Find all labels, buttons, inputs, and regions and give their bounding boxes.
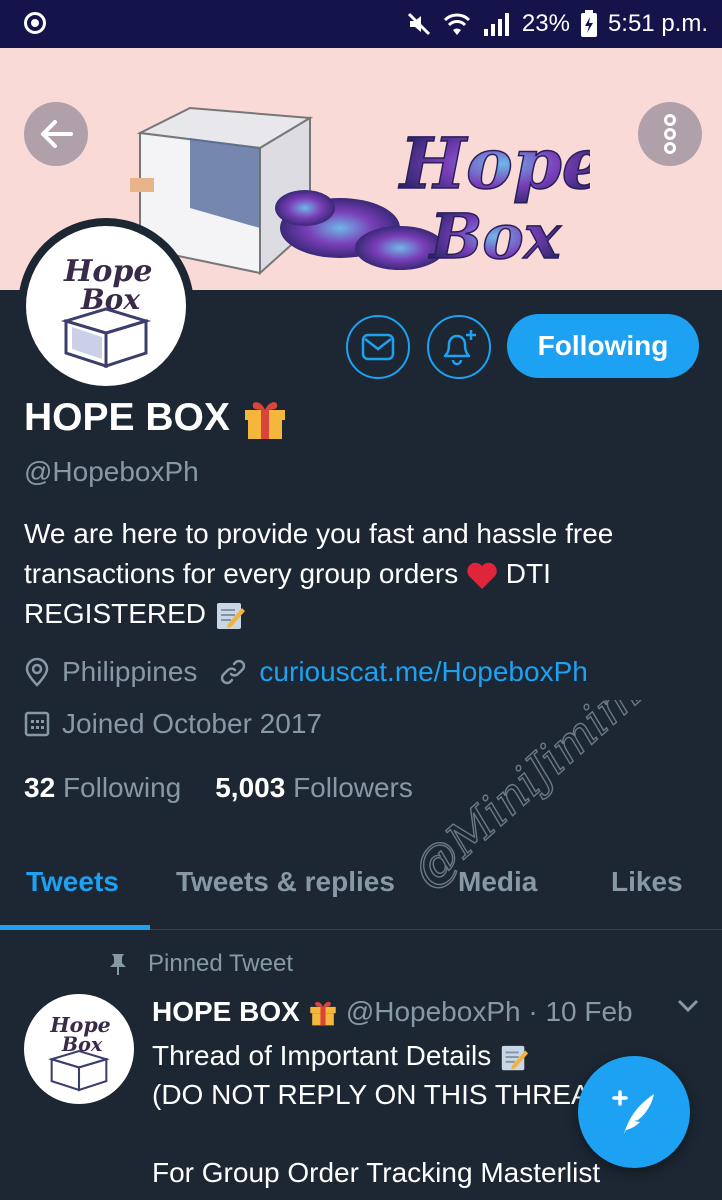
svg-text:Hope: Hope	[398, 122, 590, 205]
chevron-down-icon[interactable]	[676, 998, 700, 1014]
battery-percent: 23%	[521, 10, 570, 37]
pinned-tweet-label: Pinned Tweet	[148, 950, 293, 977]
gift-emoji-icon	[244, 402, 285, 439]
clock: 5:51 p.m.	[607, 10, 708, 37]
tweet-header: HOPE BOX @HopeboxPh · 10 Feb	[152, 996, 633, 1028]
more-options-button[interactable]	[638, 102, 702, 166]
profile-stats: 32 Following 5,003 Followers	[24, 772, 413, 804]
back-button[interactable]	[24, 102, 88, 166]
joined-date: Joined October 2017	[62, 708, 322, 739]
wifi-icon	[442, 11, 472, 37]
hope-box-banner-logo: Hope Box	[130, 106, 590, 276]
calendar-icon	[24, 711, 50, 737]
location-row: Philippines curiouscat.me/HopeboxPh	[24, 656, 588, 688]
more-vertical-icon	[664, 114, 676, 154]
message-button[interactable]	[346, 315, 410, 379]
battery-charging-icon	[580, 10, 598, 38]
compose-tweet-button[interactable]	[578, 1056, 690, 1168]
status-icons: 23% 5:51 p.m.	[406, 8, 708, 40]
feather-plus-icon	[612, 1090, 654, 1134]
link-icon	[219, 658, 247, 686]
bell-plus-icon	[443, 330, 476, 366]
tweet-avatar[interactable]: Hope Box	[24, 994, 134, 1104]
location-pin-icon	[24, 657, 50, 687]
tab-likes[interactable]: Likes	[611, 866, 683, 898]
pin-icon	[110, 954, 126, 975]
heart-emoji-icon	[467, 562, 497, 589]
memo-emoji-icon	[216, 602, 245, 629]
joined-row: Joined October 2017	[24, 708, 322, 740]
profile-bio: We are here to provide you fast and hass…	[24, 514, 704, 634]
location-text: Philippines	[62, 656, 198, 687]
following-stat[interactable]: 32 Following	[24, 772, 181, 804]
display-name: HOPE BOX	[24, 396, 230, 439]
status-bar: 23% 5:51 p.m.	[0, 0, 722, 48]
active-tab-indicator	[0, 925, 150, 930]
tab-tweets-replies[interactable]: Tweets & replies	[176, 866, 395, 898]
notifications-button[interactable]	[427, 315, 491, 379]
followers-count: 5,003	[215, 772, 286, 803]
website-link[interactable]: curiouscat.me/HopeboxPh	[259, 656, 587, 688]
tab-media[interactable]: Media	[458, 866, 537, 898]
gift-emoji-icon	[310, 1001, 336, 1026]
mute-icon	[406, 11, 432, 37]
memo-emoji-icon	[501, 1045, 529, 1070]
record-icon	[24, 12, 46, 34]
bio-line: We are here to provide you fast and hass…	[24, 518, 614, 549]
bio-line: REGISTERED	[24, 594, 704, 634]
tweet-text: Thread of Important Details	[152, 1040, 492, 1071]
profile-tabs: Tweets Tweets & replies Media Likes	[0, 840, 722, 930]
profile-handle: @HopeboxPh	[24, 456, 199, 487]
following-count: 32	[24, 772, 56, 803]
profile-name: HOPE BOX	[24, 396, 288, 440]
bio-text: REGISTERED	[24, 598, 207, 629]
following-label: Following	[62, 772, 182, 803]
tweet-author-name[interactable]: HOPE BOX	[152, 996, 300, 1028]
following-button[interactable]: Following	[507, 314, 699, 378]
envelope-icon	[361, 333, 395, 361]
bio-line: transactions for every group orders DTI	[24, 554, 704, 594]
bio-text: DTI	[505, 558, 551, 589]
pinned-label-row: Pinned Tweet	[108, 950, 293, 978]
tab-tweets[interactable]: Tweets	[26, 866, 119, 898]
arrow-left-icon	[41, 120, 73, 148]
followers-stat[interactable]: 5,003 Followers	[215, 772, 413, 804]
tweet-handle-date: @HopeboxPh · 10 Feb	[345, 996, 633, 1027]
profile-avatar[interactable]: Hope Box	[18, 218, 194, 394]
bio-text: transactions for every group orders	[24, 558, 459, 589]
signal-icon	[482, 11, 512, 37]
svg-text:Box: Box	[428, 200, 562, 273]
followers-label: Followers	[293, 772, 413, 803]
hope-box-avatar-logo: Hope Box	[48, 1013, 111, 1092]
hope-box-avatar-logo: Hope Box	[60, 254, 152, 369]
